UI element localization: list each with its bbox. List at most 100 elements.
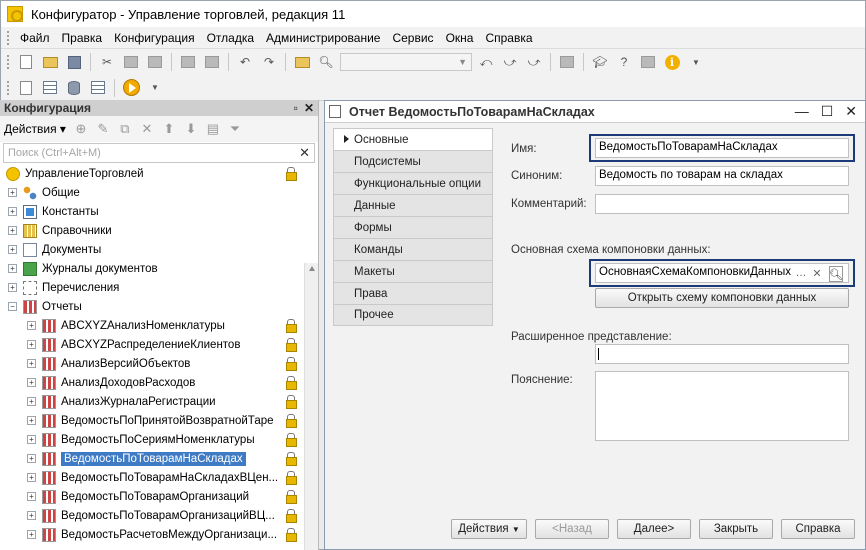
menu-edit[interactable]: Правка (56, 31, 109, 45)
close-icon[interactable]: ✕ (304, 101, 314, 115)
preview-button[interactable] (202, 52, 222, 72)
expand-icon[interactable]: + (27, 473, 36, 482)
expand-icon[interactable]: + (8, 207, 17, 216)
actions-button[interactable]: Действия ▼ (451, 519, 527, 539)
report-item[interactable]: + ABCXYZАнализНоменклатуры (0, 316, 318, 335)
tree-node-documents[interactable]: + Документы (0, 240, 318, 259)
menu-windows[interactable]: Окна (440, 31, 480, 45)
update-db-button[interactable] (64, 78, 84, 98)
comment-field[interactable] (595, 194, 849, 214)
open-table-button[interactable] (88, 78, 108, 98)
expand-icon[interactable]: + (27, 321, 36, 330)
tree-scrollbar[interactable] (304, 263, 318, 550)
open-schema-button[interactable]: Открыть схему компоновки данных (595, 288, 849, 308)
expand-icon[interactable]: + (27, 378, 36, 387)
help-button[interactable]: Справка (781, 519, 855, 539)
help-content-button[interactable] (638, 52, 658, 72)
report-item[interactable]: + АнализВерсийОбъектов (0, 354, 318, 373)
back-button[interactable]: <Назад (535, 519, 609, 539)
expand-icon[interactable]: + (27, 359, 36, 368)
name-field[interactable]: ВедомостьПоТоварамНаСкладах (595, 138, 849, 158)
expand-icon[interactable]: + (8, 245, 17, 254)
tab-other[interactable]: Прочее (333, 304, 493, 326)
expand-icon[interactable]: + (27, 340, 36, 349)
tree-node-common[interactable]: + Общие (0, 183, 318, 202)
save-button[interactable] (64, 52, 84, 72)
find-next-button[interactable]: ⤺ (476, 52, 496, 72)
tab-commands[interactable]: Команды (333, 238, 493, 260)
copy-button[interactable] (121, 52, 141, 72)
toolbar-more-button[interactable]: ▼ (686, 52, 706, 72)
explanation-field[interactable] (595, 371, 849, 441)
extended-field[interactable] (595, 344, 849, 364)
select-ellipsis-icon[interactable]: … (794, 265, 808, 281)
compare-config-button[interactable] (40, 78, 60, 98)
report-item-selected[interactable]: + ВедомостьПоТоварамНаСкладах (0, 449, 318, 468)
report-item[interactable]: + ВедомостьПоТоварамОрганизацийВЦ... (0, 506, 318, 525)
print-button[interactable] (178, 52, 198, 72)
expand-icon[interactable]: + (8, 283, 17, 292)
search-icon[interactable]: 🔍︎ (829, 266, 843, 282)
tab-templates[interactable]: Макеты (333, 260, 493, 282)
report-item[interactable]: + ВедомостьПоТоварамОрганизаций (0, 487, 318, 506)
expand-icon[interactable]: + (27, 492, 36, 501)
tab-main[interactable]: Основные (333, 128, 493, 150)
expand-icon[interactable]: + (27, 435, 36, 444)
tab-forms[interactable]: Формы (333, 216, 493, 238)
expand-icon[interactable]: + (8, 264, 17, 273)
expand-icon[interactable]: + (27, 511, 36, 520)
close-icon[interactable]: ✕ (845, 103, 857, 120)
copy-icon[interactable]: ⧉ (117, 121, 133, 137)
add-icon[interactable]: ⊕ (73, 121, 89, 137)
help-button[interactable]: 🎓︎ (590, 52, 610, 72)
menu-debug[interactable]: Отладка (201, 31, 260, 45)
report-item[interactable]: + ВедомостьПоСериямНоменклатуры (0, 430, 318, 449)
expand-icon[interactable]: + (8, 226, 17, 235)
report-item[interactable]: + ABCXYZРаспределениеКлиентов (0, 335, 318, 354)
menu-service[interactable]: Сервис (386, 31, 439, 45)
find-in-files-button[interactable] (292, 52, 312, 72)
schema-field[interactable]: ОсновнаяСхемаКомпоновкиДанных … ✕ 🔍︎ (595, 263, 849, 283)
open-button[interactable] (40, 52, 60, 72)
expand-icon[interactable]: + (8, 188, 17, 197)
minimize-icon[interactable]: — (795, 103, 809, 120)
paste-button[interactable] (145, 52, 165, 72)
report-item[interactable]: + АнализЖурналаРегистрации (0, 392, 318, 411)
menu-help[interactable]: Справка (479, 31, 538, 45)
clear-icon[interactable]: ✕ (810, 265, 824, 281)
clear-search-icon[interactable]: ✕ (299, 145, 310, 161)
close-button[interactable]: Закрыть (699, 519, 773, 539)
report-item[interactable]: + ВедомостьРасчетовМеждуОрганизаци... (0, 525, 318, 544)
new-document-button[interactable] (16, 52, 36, 72)
actions-menu[interactable]: Действия ▾ (4, 122, 66, 136)
tree-node-constants[interactable]: + Константы (0, 202, 318, 221)
filter-icon[interactable]: ⏷ (227, 121, 243, 137)
tree-search-input[interactable]: Поиск (Ctrl+Alt+M) ✕ (3, 143, 315, 163)
info-button[interactable]: i (662, 52, 682, 72)
report-item[interactable]: + ВедомостьПоТоварамНаСкладахВЦен... (0, 468, 318, 487)
debug-menu-button[interactable]: ▼ (145, 78, 165, 98)
find-all-button[interactable]: ⤻ (524, 52, 544, 72)
tree-node-journals[interactable]: + Журналы документов (0, 259, 318, 278)
menu-administration[interactable]: Администрирование (260, 31, 386, 45)
report-item[interactable]: + АнализДоходовРасходов (0, 373, 318, 392)
tree-root[interactable]: УправлениеТорговлей (0, 164, 318, 183)
tab-rights[interactable]: Права (333, 282, 493, 304)
tab-subsystems[interactable]: Подсистемы (333, 150, 493, 172)
start-debug-button[interactable] (121, 78, 141, 98)
move-down-icon[interactable]: ⬇ (183, 121, 199, 137)
edit-icon[interactable]: ✎ (95, 121, 111, 137)
find-button[interactable]: 🔍︎ (316, 52, 336, 72)
menu-file[interactable]: Файл (14, 31, 56, 45)
expand-icon[interactable]: + (27, 397, 36, 406)
redo-button[interactable]: ↷ (259, 52, 279, 72)
tab-functional-options[interactable]: Функциональные опции (333, 172, 493, 194)
undo-button[interactable]: ↶ (235, 52, 255, 72)
menu-configuration[interactable]: Конфигурация (108, 31, 201, 45)
move-up-icon[interactable]: ⬆ (161, 121, 177, 137)
cut-button[interactable]: ✂ (97, 52, 117, 72)
tab-data[interactable]: Данные (333, 194, 493, 216)
delete-icon[interactable]: ✕ (139, 121, 155, 137)
collapse-icon[interactable]: − (8, 302, 17, 311)
pin-icon[interactable]: ▫ (294, 101, 298, 115)
